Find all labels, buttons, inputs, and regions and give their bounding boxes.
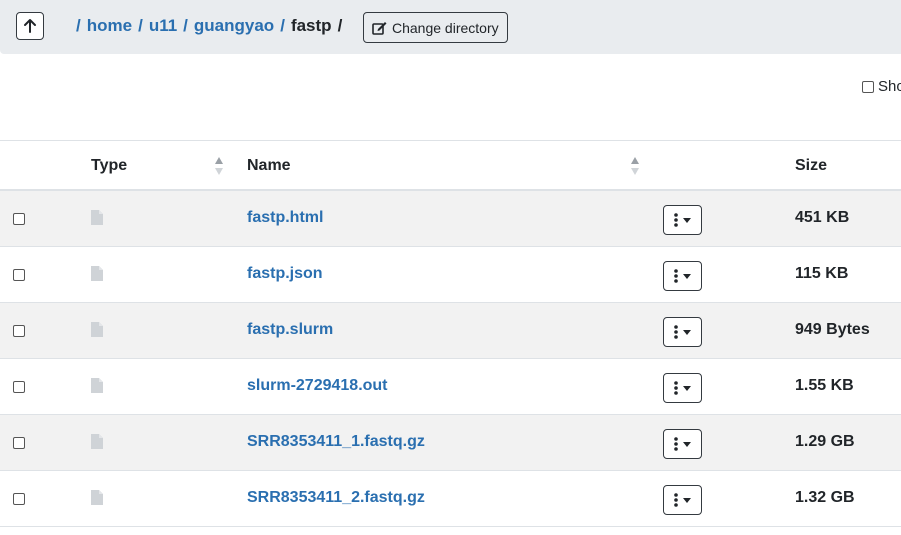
- arrow-up-icon: [24, 19, 36, 33]
- file-name-link[interactable]: slurm-2729418.out: [247, 377, 388, 395]
- caret-down-icon: [683, 385, 691, 391]
- show-checkbox[interactable]: [862, 80, 874, 93]
- file-size: 115 KB: [795, 265, 849, 282]
- column-header-type[interactable]: Type: [91, 157, 127, 175]
- kebab-menu-icon: [674, 213, 678, 227]
- kebab-menu-icon: [674, 269, 678, 283]
- file-icon: [91, 266, 103, 281]
- breadcrumb-separator: /: [280, 16, 285, 35]
- breadcrumb-separator: /: [183, 16, 188, 35]
- kebab-menu-icon: [674, 325, 678, 339]
- column-header-size[interactable]: Size: [795, 157, 827, 175]
- sort-icon[interactable]: [630, 155, 640, 177]
- column-header-name[interactable]: Name: [247, 157, 291, 175]
- breadcrumb: / home / u11 / guangyao / fastp /: [70, 16, 348, 36]
- file-size: 1.55 KB: [795, 377, 854, 394]
- file-actions-button[interactable]: [663, 373, 702, 403]
- file-actions-button[interactable]: [663, 261, 702, 291]
- show-option[interactable]: Sho: [862, 78, 901, 95]
- row-select-checkbox[interactable]: [13, 269, 25, 281]
- table-row[interactable]: fastp.html 451 KB: [0, 191, 901, 247]
- file-icon: [91, 210, 103, 225]
- table-row[interactable]: SRR8353411_2.fastq.gz 1.32 GB: [0, 471, 901, 527]
- sort-icon[interactable]: [214, 155, 224, 177]
- breadcrumb-separator: /: [76, 16, 81, 35]
- edit-icon: [372, 21, 387, 35]
- breadcrumb-item-guangyao[interactable]: guangyao: [194, 16, 274, 35]
- row-select-checkbox[interactable]: [13, 493, 25, 505]
- file-icon: [91, 434, 103, 449]
- caret-down-icon: [683, 497, 691, 503]
- file-name-link[interactable]: SRR8353411_1.fastq.gz: [247, 433, 425, 451]
- file-size: 949 Bytes: [795, 321, 870, 338]
- change-directory-label: Change directory: [392, 19, 499, 36]
- breadcrumb-current: fastp: [290, 16, 332, 35]
- file-size: 1.32 GB: [795, 489, 855, 506]
- caret-down-icon: [683, 273, 691, 279]
- table-row[interactable]: fastp.slurm 949 Bytes: [0, 303, 901, 359]
- caret-down-icon: [683, 217, 691, 223]
- row-select-checkbox[interactable]: [13, 325, 25, 337]
- row-select-checkbox[interactable]: [13, 437, 25, 449]
- file-name-link[interactable]: SRR8353411_2.fastq.gz: [247, 489, 425, 507]
- kebab-menu-icon: [674, 381, 678, 395]
- breadcrumb-item-u11[interactable]: u11: [149, 16, 177, 35]
- file-name-link[interactable]: fastp.json: [247, 265, 323, 283]
- caret-down-icon: [683, 441, 691, 447]
- caret-down-icon: [683, 329, 691, 335]
- kebab-menu-icon: [674, 437, 678, 451]
- file-actions-button[interactable]: [663, 205, 702, 235]
- file-name-link[interactable]: fastp.slurm: [247, 321, 333, 339]
- row-select-checkbox[interactable]: [13, 381, 25, 393]
- file-actions-button[interactable]: [663, 317, 702, 347]
- file-actions-button[interactable]: [663, 429, 702, 459]
- breadcrumb-item-home[interactable]: home: [87, 16, 132, 35]
- file-size: 451 KB: [795, 209, 850, 226]
- show-label: Sho: [878, 78, 901, 95]
- breadcrumb-separator: /: [337, 16, 343, 35]
- kebab-menu-icon: [674, 493, 678, 507]
- table-row[interactable]: SRR8353411_1.fastq.gz 1.29 GB: [0, 415, 901, 471]
- file-name-link[interactable]: fastp.html: [247, 209, 323, 227]
- row-select-checkbox[interactable]: [13, 213, 25, 225]
- change-directory-button[interactable]: Change directory: [363, 12, 508, 43]
- table-row[interactable]: slurm-2729418.out 1.55 KB: [0, 359, 901, 415]
- file-size: 1.29 GB: [795, 433, 855, 450]
- file-icon: [91, 490, 103, 505]
- table-row[interactable]: fastp.json 115 KB: [0, 247, 901, 303]
- table-header: Type Name Size: [0, 141, 901, 191]
- parent-directory-button[interactable]: [16, 12, 44, 40]
- breadcrumb-separator: /: [138, 16, 143, 35]
- file-icon: [91, 378, 103, 393]
- path-bar: / home / u11 / guangyao / fastp / Change directo…: [0, 0, 901, 54]
- file-actions-button[interactable]: [663, 485, 702, 515]
- file-icon: [91, 322, 103, 337]
